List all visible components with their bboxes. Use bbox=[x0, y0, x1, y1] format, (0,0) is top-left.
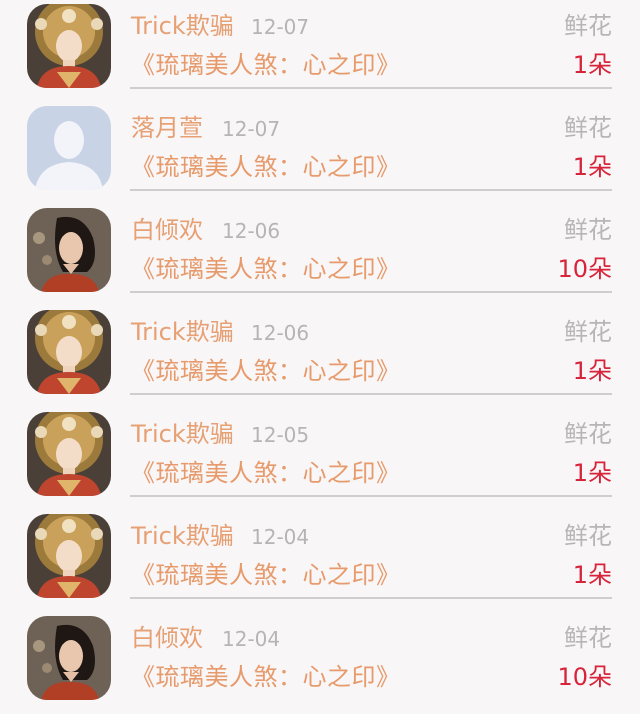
book-title-link[interactable]: 《琉璃美人煞：心之印》 bbox=[131, 151, 401, 183]
gift-record-list: Trick欺骗 12-07 鲜花 《琉璃美人煞：心之印》 1朵 落月萱 12-0… bbox=[0, 0, 640, 700]
gift-date: 12-04 bbox=[251, 525, 310, 549]
list-item[interactable]: Trick欺骗 12-04 鲜花 《琉璃美人煞：心之印》 1朵 bbox=[0, 510, 640, 612]
list-item[interactable]: Trick欺骗 12-07 鲜花 《琉璃美人煞：心之印》 1朵 bbox=[0, 0, 640, 102]
dark-haired-woman-avatar-icon bbox=[27, 208, 111, 292]
book-title-link[interactable]: 《琉璃美人煞：心之印》 bbox=[131, 355, 401, 387]
avatar[interactable] bbox=[27, 106, 111, 190]
gift-date: 12-07 bbox=[222, 117, 281, 141]
gift-count: 10朵 bbox=[557, 663, 612, 691]
user-name[interactable]: 白倾欢 bbox=[131, 214, 203, 246]
gift-count: 10朵 bbox=[557, 255, 612, 283]
user-name[interactable]: Trick欺骗 bbox=[131, 10, 234, 42]
divider bbox=[130, 291, 612, 293]
gift-date: 12-07 bbox=[251, 15, 310, 39]
gift-count: 1朵 bbox=[572, 357, 612, 385]
gift-count: 1朵 bbox=[572, 153, 612, 181]
gift-type: 鲜花 bbox=[564, 624, 612, 652]
book-title-link[interactable]: 《琉璃美人煞：心之印》 bbox=[131, 49, 401, 81]
book-title-link[interactable]: 《琉璃美人煞：心之印》 bbox=[131, 457, 401, 489]
costume-woman-avatar-icon bbox=[27, 4, 111, 88]
avatar[interactable] bbox=[27, 310, 111, 394]
gift-date: 12-06 bbox=[222, 219, 281, 243]
gift-count: 1朵 bbox=[572, 459, 612, 487]
gift-type: 鲜花 bbox=[564, 420, 612, 448]
gift-date: 12-05 bbox=[251, 423, 310, 447]
divider bbox=[130, 495, 612, 497]
divider bbox=[130, 393, 612, 395]
costume-woman-avatar-icon bbox=[27, 514, 111, 598]
gift-type: 鲜花 bbox=[564, 318, 612, 346]
costume-woman-avatar-icon bbox=[27, 310, 111, 394]
book-title-link[interactable]: 《琉璃美人煞：心之印》 bbox=[131, 253, 401, 285]
list-item[interactable]: 白倾欢 12-06 鲜花 《琉璃美人煞：心之印》 10朵 bbox=[0, 204, 640, 306]
divider bbox=[130, 87, 612, 89]
avatar[interactable] bbox=[27, 4, 111, 88]
avatar[interactable] bbox=[27, 208, 111, 292]
user-name[interactable]: Trick欺骗 bbox=[131, 418, 234, 450]
list-item[interactable]: Trick欺骗 12-05 鲜花 《琉璃美人煞：心之印》 1朵 bbox=[0, 408, 640, 510]
gift-count: 1朵 bbox=[572, 561, 612, 589]
dark-haired-woman-avatar-icon bbox=[27, 616, 111, 700]
user-name[interactable]: Trick欺骗 bbox=[131, 520, 234, 552]
user-name[interactable]: 落月萱 bbox=[131, 112, 203, 144]
gift-count: 1朵 bbox=[572, 51, 612, 79]
list-item[interactable]: Trick欺骗 12-06 鲜花 《琉璃美人煞：心之印》 1朵 bbox=[0, 306, 640, 408]
gift-type: 鲜花 bbox=[564, 216, 612, 244]
gift-date: 12-06 bbox=[251, 321, 310, 345]
avatar[interactable] bbox=[27, 412, 111, 496]
costume-woman-avatar-icon bbox=[27, 412, 111, 496]
avatar[interactable] bbox=[27, 616, 111, 700]
user-name[interactable]: 白倾欢 bbox=[131, 622, 203, 654]
gift-date: 12-04 bbox=[222, 627, 281, 651]
gift-type: 鲜花 bbox=[564, 522, 612, 550]
divider bbox=[130, 597, 612, 599]
book-title-link[interactable]: 《琉璃美人煞：心之印》 bbox=[131, 559, 401, 591]
book-title-link[interactable]: 《琉璃美人煞：心之印》 bbox=[131, 661, 401, 693]
divider bbox=[130, 189, 612, 191]
list-item[interactable]: 落月萱 12-07 鲜花 《琉璃美人煞：心之印》 1朵 bbox=[0, 102, 640, 204]
gift-type: 鲜花 bbox=[564, 114, 612, 142]
avatar[interactable] bbox=[27, 514, 111, 598]
gift-type: 鲜花 bbox=[564, 12, 612, 40]
user-name[interactable]: Trick欺骗 bbox=[131, 316, 234, 348]
default-user-silhouette-icon bbox=[27, 106, 111, 190]
